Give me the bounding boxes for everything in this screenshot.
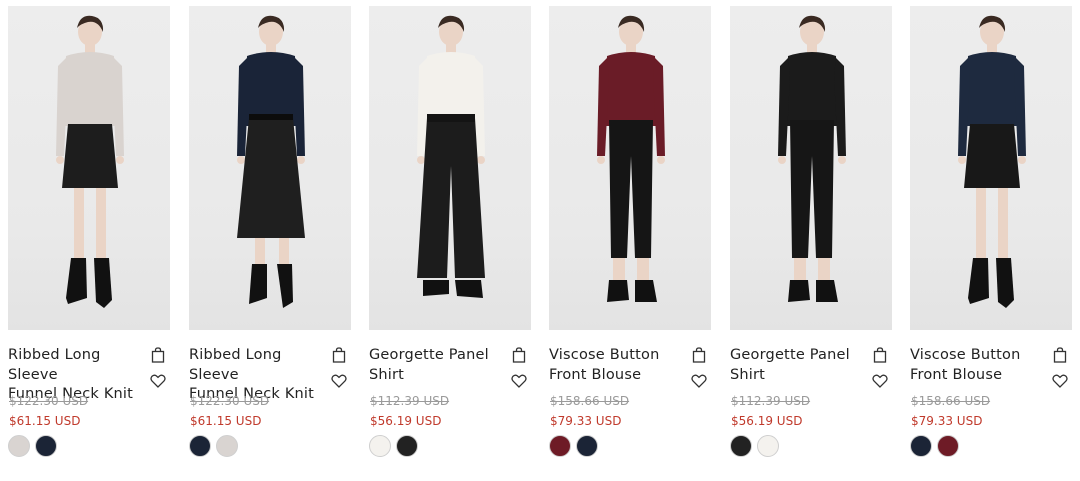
product-image[interactable]	[369, 6, 531, 330]
product-photo-figure	[237, 15, 305, 308]
color-swatches	[730, 435, 779, 457]
product-title[interactable]: Georgette Panel Shirt	[730, 346, 870, 385]
product-image[interactable]	[549, 6, 711, 330]
color-swatch[interactable]	[549, 435, 571, 457]
color-swatch[interactable]	[369, 435, 391, 457]
product-image[interactable]	[189, 6, 351, 330]
shopping-bag-icon[interactable]	[692, 347, 706, 363]
product-title-line: Front Blouse	[910, 366, 1003, 383]
product-card[interactable]: Ribbed Long Sleeve Funnel Neck Knit $122…	[189, 6, 351, 476]
product-title-line: Georgette Panel	[369, 347, 489, 363]
product-card[interactable]: Georgette Panel Shirt $112.39 USD $56.19…	[369, 6, 531, 476]
product-title-line: Viscose Button	[549, 347, 660, 363]
color-swatches	[549, 435, 598, 457]
heart-icon[interactable]	[150, 373, 166, 388]
color-swatches	[369, 435, 418, 457]
product-photo-figure	[417, 15, 485, 298]
heart-icon[interactable]	[872, 373, 888, 388]
product-title[interactable]: Viscose Button Front Blouse	[549, 346, 689, 385]
heart-icon[interactable]	[691, 373, 707, 388]
sale-price: $56.19 USD	[370, 414, 442, 428]
color-swatches	[910, 435, 959, 457]
shopping-bag-icon[interactable]	[1053, 347, 1067, 363]
color-swatches	[8, 435, 57, 457]
color-swatches	[189, 435, 238, 457]
product-title-line: Shirt	[369, 366, 405, 383]
product-card[interactable]: Viscose Button Front Blouse $158.66 USD …	[549, 6, 711, 476]
original-price: $122.30 USD	[9, 394, 89, 408]
original-price: $112.39 USD	[731, 394, 811, 408]
shopping-bag-icon[interactable]	[512, 347, 526, 363]
sale-price: $61.15 USD	[9, 414, 81, 428]
product-title-line: Viscose Button	[910, 347, 1021, 363]
product-image[interactable]	[730, 6, 892, 330]
product-title-line: Ribbed Long Sleeve	[189, 347, 282, 383]
color-swatch[interactable]	[910, 435, 932, 457]
shopping-bag-icon[interactable]	[332, 347, 346, 363]
product-title[interactable]: Viscose Button Front Blouse	[910, 346, 1050, 385]
color-swatch[interactable]	[576, 435, 598, 457]
product-title-line: Shirt	[730, 366, 766, 383]
heart-icon[interactable]	[1052, 373, 1068, 388]
original-price: $122.30 USD	[190, 394, 270, 408]
product-title[interactable]: Georgette Panel Shirt	[369, 346, 509, 385]
sale-price: $79.33 USD	[911, 414, 983, 428]
color-swatch[interactable]	[189, 435, 211, 457]
product-card[interactable]: Viscose Button Front Blouse $158.66 USD …	[910, 6, 1072, 476]
color-swatch[interactable]	[937, 435, 959, 457]
product-card[interactable]: Ribbed Long Sleeve Funnel Neck Knit $122…	[8, 6, 170, 476]
product-photo-figure	[597, 15, 665, 302]
product-photo-figure	[958, 15, 1026, 308]
product-title-line: Ribbed Long Sleeve	[8, 347, 101, 383]
product-photo-figure	[778, 15, 846, 302]
heart-icon[interactable]	[511, 373, 527, 388]
product-photo-figure	[56, 15, 124, 308]
original-price: $112.39 USD	[370, 394, 450, 408]
color-swatch[interactable]	[35, 435, 57, 457]
shopping-bag-icon[interactable]	[151, 347, 165, 363]
heart-icon[interactable]	[331, 373, 347, 388]
product-grid: Ribbed Long Sleeve Funnel Neck Knit $122…	[0, 0, 1080, 481]
sale-price: $61.15 USD	[190, 414, 262, 428]
product-image[interactable]	[8, 6, 170, 330]
color-swatch[interactable]	[757, 435, 779, 457]
color-swatch[interactable]	[216, 435, 238, 457]
original-price: $158.66 USD	[550, 394, 630, 408]
color-swatch[interactable]	[396, 435, 418, 457]
product-title-line: Front Blouse	[549, 366, 642, 383]
product-card[interactable]: Georgette Panel Shirt $112.39 USD $56.19…	[730, 6, 892, 476]
sale-price: $56.19 USD	[731, 414, 803, 428]
color-swatch[interactable]	[8, 435, 30, 457]
shopping-bag-icon[interactable]	[873, 347, 887, 363]
original-price: $158.66 USD	[911, 394, 991, 408]
product-image[interactable]	[910, 6, 1072, 330]
product-title-line: Georgette Panel	[730, 347, 850, 363]
color-swatch[interactable]	[730, 435, 752, 457]
sale-price: $79.33 USD	[550, 414, 622, 428]
